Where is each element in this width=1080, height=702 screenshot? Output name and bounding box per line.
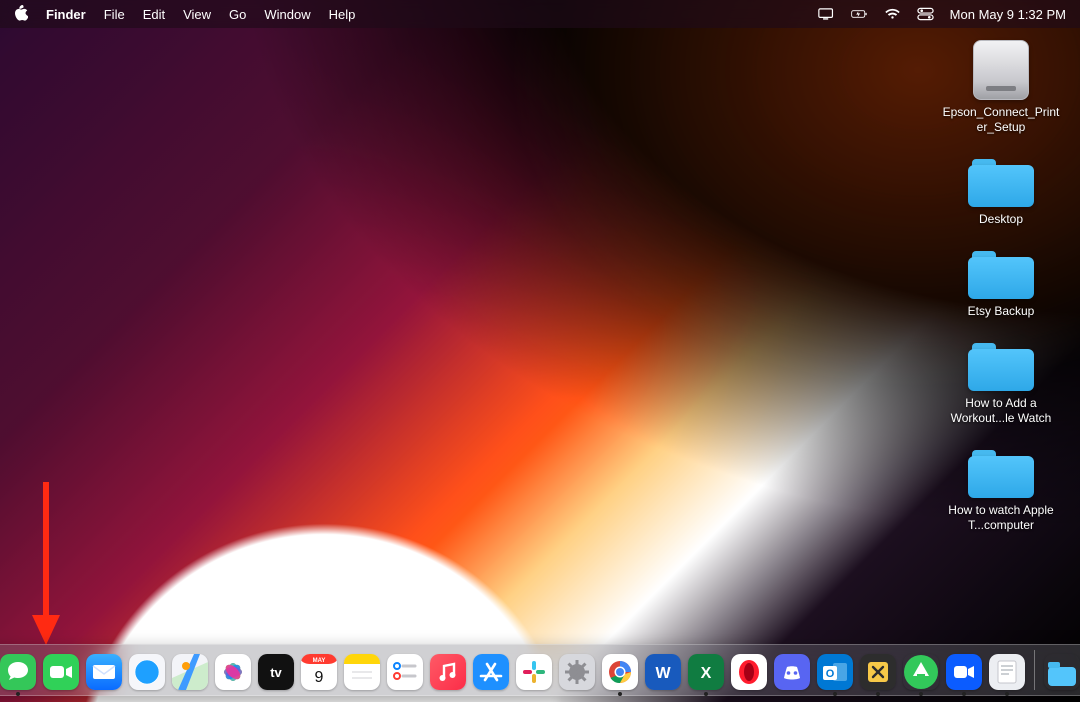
outlook-icon: O: [817, 654, 853, 690]
menubar-datetime[interactable]: Mon May 9 1:32 PM: [950, 7, 1066, 22]
snagit-icon: [860, 654, 896, 690]
desktop-item-folder[interactable]: Desktop: [936, 155, 1066, 227]
folder-icon: [968, 446, 1034, 498]
desktop-wallpaper: [0, 0, 1080, 702]
apple-menu[interactable]: [14, 5, 28, 24]
desktop-icons: Epson_Connect_Printer_Setup Desktop Etsy…: [936, 40, 1066, 533]
maps-icon: [172, 654, 208, 690]
notes-icon: [344, 654, 380, 690]
desktop-item-label: Epson_Connect_Printer_Setup: [941, 105, 1061, 135]
zoom-icon: [946, 654, 982, 690]
dock-opera[interactable]: [731, 654, 767, 690]
svg-text:9: 9: [315, 669, 324, 686]
menu-view[interactable]: View: [183, 7, 211, 22]
svg-text:X: X: [701, 665, 712, 682]
chrome-icon: [602, 654, 638, 690]
facetime-icon: [43, 654, 79, 690]
excel-icon: X: [688, 654, 724, 690]
music-icon: [430, 654, 466, 690]
dock-messages[interactable]: [0, 654, 36, 690]
menu-file[interactable]: File: [104, 7, 125, 22]
dock: tv MAY 9 W X O: [0, 644, 1080, 696]
desktop-item-label: Desktop: [979, 212, 1023, 227]
dock-sysprefs[interactable]: [559, 654, 595, 690]
dock-calendar[interactable]: MAY 9: [301, 654, 337, 690]
folder-icon: [968, 247, 1034, 299]
control-center-icon[interactable]: [917, 7, 934, 21]
disk-image-icon: [973, 40, 1029, 100]
desktop-item-folder[interactable]: How to watch Apple T...computer: [936, 446, 1066, 533]
desktop-item-disk[interactable]: Epson_Connect_Printer_Setup: [936, 40, 1066, 135]
menubar-left: Finder File Edit View Go Window Help: [14, 5, 355, 24]
safari-icon: [129, 654, 165, 690]
dock-airdroid[interactable]: [903, 654, 939, 690]
dock-texteditor[interactable]: [989, 654, 1025, 690]
photos-icon: [215, 654, 251, 690]
opera-icon: [731, 654, 767, 690]
dock-appletv[interactable]: tv: [258, 654, 294, 690]
word-icon: W: [645, 654, 681, 690]
dock-photos[interactable]: [215, 654, 251, 690]
dock-discord[interactable]: [774, 654, 810, 690]
mail-icon: [86, 654, 122, 690]
apple-logo-icon: [14, 5, 28, 21]
dock-word[interactable]: W: [645, 654, 681, 690]
dock-facetime[interactable]: [43, 654, 79, 690]
display-status-icon[interactable]: [818, 7, 835, 21]
dock-appstore[interactable]: [473, 654, 509, 690]
dock-snagit[interactable]: [860, 654, 896, 690]
calendar-icon: MAY 9: [301, 654, 337, 690]
menubar-right: Mon May 9 1:32 PM: [818, 7, 1066, 22]
texteditor-icon: [989, 654, 1025, 690]
dock-slack[interactable]: [516, 654, 552, 690]
dock-maps[interactable]: [172, 654, 208, 690]
downloads-icon: [1044, 654, 1080, 690]
desktop-item-label: Etsy Backup: [968, 304, 1035, 319]
svg-text:tv: tv: [270, 665, 282, 680]
sysprefs-icon: [559, 654, 595, 690]
dock-mail[interactable]: [86, 654, 122, 690]
menu-window[interactable]: Window: [264, 7, 310, 22]
appstore-icon: [473, 654, 509, 690]
dock-zoom[interactable]: [946, 654, 982, 690]
desktop-item-label: How to Add a Workout...le Watch: [941, 396, 1061, 426]
desktop-item-folder[interactable]: How to Add a Workout...le Watch: [936, 339, 1066, 426]
messages-icon: [0, 654, 36, 690]
dock-excel[interactable]: X: [688, 654, 724, 690]
dock-notes[interactable]: [344, 654, 380, 690]
dock-reminders[interactable]: [387, 654, 423, 690]
dock-downloads[interactable]: [1044, 654, 1080, 690]
airdroid-icon: [903, 654, 939, 690]
dock-safari[interactable]: [129, 654, 165, 690]
battery-status-icon[interactable]: [851, 7, 868, 21]
dock-outlook[interactable]: O: [817, 654, 853, 690]
folder-icon: [968, 155, 1034, 207]
dock-separator: [1034, 650, 1035, 690]
desktop-item-label: How to watch Apple T...computer: [941, 503, 1061, 533]
menu-go[interactable]: Go: [229, 7, 246, 22]
wifi-status-icon[interactable]: [884, 7, 901, 21]
menu-edit[interactable]: Edit: [143, 7, 165, 22]
desktop-item-folder[interactable]: Etsy Backup: [936, 247, 1066, 319]
slack-icon: [516, 654, 552, 690]
svg-text:O: O: [826, 668, 835, 680]
svg-text:W: W: [655, 665, 671, 682]
svg-text:MAY: MAY: [313, 658, 326, 664]
folder-icon: [968, 339, 1034, 391]
dock-chrome[interactable]: [602, 654, 638, 690]
appletv-icon: tv: [258, 654, 294, 690]
app-name-menu[interactable]: Finder: [46, 7, 86, 22]
reminders-icon: [387, 654, 423, 690]
menu-help[interactable]: Help: [329, 7, 356, 22]
discord-icon: [774, 654, 810, 690]
dock-music[interactable]: [430, 654, 466, 690]
menubar: Finder File Edit View Go Window Help Mon…: [0, 0, 1080, 28]
dock-container: tv MAY 9 W X O: [0, 644, 1080, 696]
